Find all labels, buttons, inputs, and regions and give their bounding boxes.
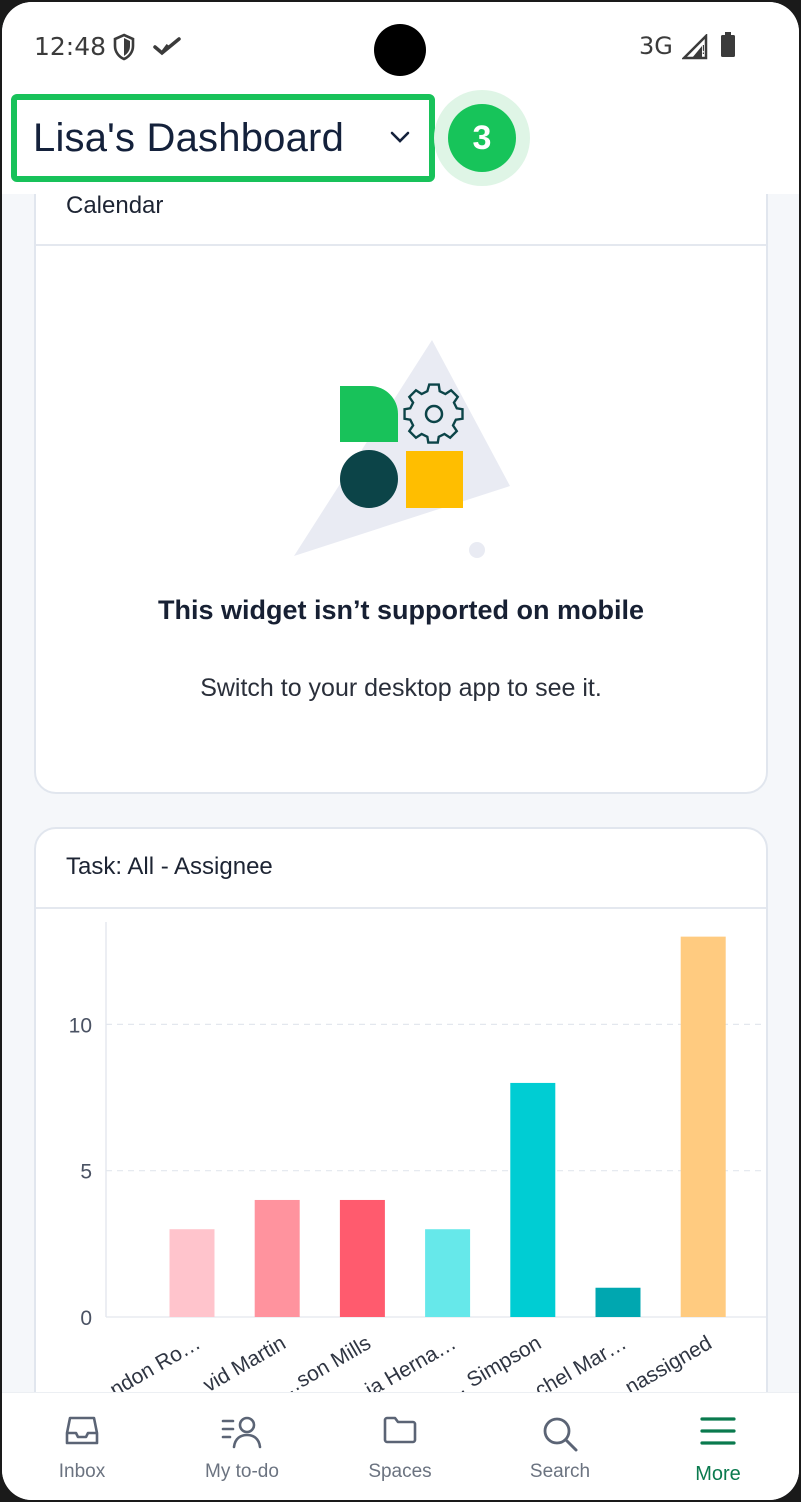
y-tick-label: 10	[69, 1014, 92, 1037]
calendar-widget: Calendar This widget isn’t supported on …	[34, 162, 768, 794]
y-tick-label: 0	[80, 1307, 92, 1330]
folder-icon	[382, 1415, 418, 1450]
unsupported-message-subtitle: Switch to your desktop app to see it.	[200, 674, 602, 702]
task-assignee-widget: Task: All - Assignee 0 5 10 …ndon Ro… …vid M…	[34, 827, 768, 1447]
bar	[425, 1229, 471, 1317]
tab-search[interactable]: Search	[490, 1393, 630, 1500]
camera-cutout	[374, 24, 426, 76]
unsupported-widget-illustration	[290, 334, 530, 579]
bar	[339, 1199, 385, 1317]
tab-label: More	[695, 1463, 741, 1485]
dashboard-selector[interactable]: Lisa's Dashboard	[11, 94, 435, 182]
network-type: 3G	[639, 32, 673, 60]
bar	[680, 936, 726, 1317]
card-header: Task: All - Assignee	[36, 829, 766, 909]
bar	[254, 1199, 300, 1317]
inbox-icon	[64, 1415, 100, 1452]
checkmark-icon	[152, 35, 182, 62]
search-icon	[541, 1415, 579, 1458]
tab-inbox[interactable]: Inbox	[12, 1393, 152, 1500]
step-badge: 3	[434, 90, 530, 186]
svg-text:!: !	[701, 43, 706, 57]
step-number: 3	[448, 104, 516, 172]
tab-label: Inbox	[58, 1461, 106, 1482]
tab-my-todo[interactable]: My to-do	[172, 1393, 312, 1500]
phone-screen: 12:48 3G ! Calendar This widget isn’t su…	[2, 2, 799, 1500]
tab-label: Search	[529, 1461, 591, 1482]
bottom-tab-bar: Inbox My to-do Spaces Search More	[2, 1392, 799, 1500]
chevron-down-icon	[389, 130, 411, 149]
dashboard-title: Lisa's Dashboard	[33, 115, 345, 160]
card-title: Task: All - Assignee	[66, 853, 273, 880]
unsupported-message-title: This widget isn’t supported on mobile	[158, 595, 644, 625]
my-todo-icon	[221, 1415, 263, 1454]
battery-icon	[720, 32, 736, 63]
tab-spaces[interactable]: Spaces	[330, 1393, 470, 1500]
assignee-bar-chart: 0510…ndon Ro……vid Martin…son Mills…ia He…	[69, 922, 766, 1413]
menu-icon	[700, 1415, 736, 1452]
status-time: 12:48	[34, 32, 107, 61]
tab-label: My to-do	[205, 1461, 279, 1482]
bar	[169, 1229, 215, 1317]
shield-icon	[112, 33, 136, 66]
y-tick-label: 5	[80, 1161, 92, 1184]
status-bar: 12:48 3G !	[2, 2, 799, 90]
signal-icon: !	[680, 32, 710, 65]
bar	[510, 1082, 556, 1317]
tab-more[interactable]: More	[648, 1393, 788, 1500]
tab-label: Spaces	[368, 1461, 432, 1482]
app-header: Lisa's Dashboard 3	[2, 90, 799, 194]
card-title: Calendar	[66, 192, 164, 219]
bar	[595, 1287, 641, 1317]
